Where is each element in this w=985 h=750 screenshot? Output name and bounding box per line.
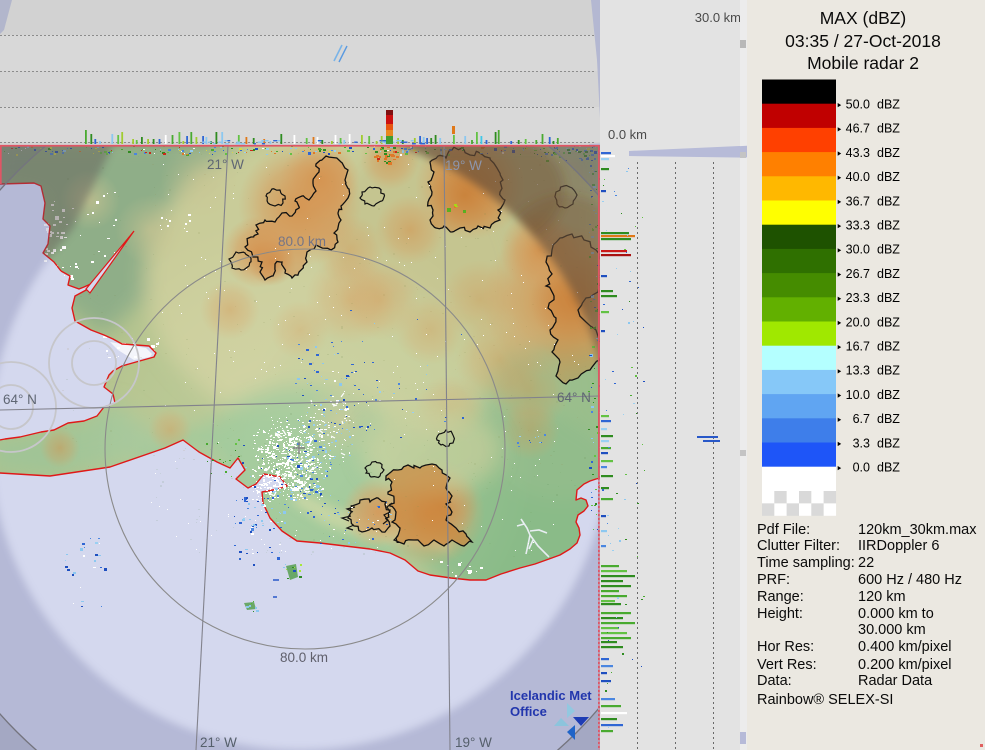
- svg-text:Pdf File:: Pdf File:: [757, 522, 810, 538]
- svg-text:Range:: Range:: [757, 589, 804, 605]
- svg-text:43.3: 43.3: [846, 146, 870, 160]
- svg-text:30.0: 30.0: [846, 243, 870, 257]
- svg-text:0.400 km/pixel: 0.400 km/pixel: [858, 639, 952, 655]
- svg-text:22: 22: [858, 555, 874, 571]
- svg-text:Office: Office: [510, 704, 547, 719]
- svg-text:16.7: 16.7: [846, 340, 870, 354]
- svg-text:600 Hz / 480 Hz: 600 Hz / 480 Hz: [858, 572, 962, 588]
- svg-text:dBZ: dBZ: [877, 98, 900, 112]
- svg-text:19° W: 19° W: [445, 158, 482, 173]
- svg-text:0.200 km/pixel: 0.200 km/pixel: [858, 657, 952, 673]
- svg-text:03:35 / 27-Oct-2018: 03:35 / 27-Oct-2018: [785, 31, 941, 51]
- svg-text:dBZ: dBZ: [877, 243, 900, 257]
- svg-text:dBZ: dBZ: [877, 170, 900, 184]
- svg-text:dBZ: dBZ: [877, 194, 900, 208]
- svg-text:dBZ: dBZ: [877, 461, 900, 475]
- svg-text:dBZ: dBZ: [877, 219, 900, 233]
- svg-text:0.000 km to: 0.000 km to: [858, 606, 934, 622]
- svg-text:19° W: 19° W: [455, 735, 492, 750]
- svg-text:6.7: 6.7: [853, 412, 870, 426]
- svg-text:MAX (dBZ): MAX (dBZ): [820, 8, 907, 28]
- svg-text:dBZ: dBZ: [877, 436, 900, 450]
- svg-text:80.0 km: 80.0 km: [280, 650, 328, 665]
- svg-text:0.0: 0.0: [853, 461, 870, 475]
- svg-text:IIRDoppler 6: IIRDoppler 6: [858, 538, 939, 554]
- svg-text:dBZ: dBZ: [877, 340, 900, 354]
- svg-text:40.0: 40.0: [846, 170, 870, 184]
- svg-text:30.000 km: 30.000 km: [858, 622, 926, 638]
- svg-text:120 km: 120 km: [858, 589, 906, 605]
- svg-text:dBZ: dBZ: [877, 146, 900, 160]
- svg-text:Time sampling:: Time sampling:: [757, 555, 855, 571]
- svg-text:dBZ: dBZ: [877, 315, 900, 329]
- svg-text:Vert Res:: Vert Res:: [757, 657, 817, 673]
- svg-text:Hor Res:: Hor Res:: [757, 639, 814, 655]
- svg-text:Mobile radar 2: Mobile radar 2: [807, 53, 919, 73]
- svg-text:21° W: 21° W: [200, 735, 237, 750]
- svg-text:Rainbow® SELEX-SI: Rainbow® SELEX-SI: [757, 692, 893, 708]
- svg-text:33.3: 33.3: [846, 219, 870, 233]
- svg-text:dBZ: dBZ: [877, 412, 900, 426]
- svg-text:30.0 km: 30.0 km: [695, 10, 741, 25]
- svg-text:26.7: 26.7: [846, 267, 870, 281]
- svg-text:Data:: Data:: [757, 673, 792, 689]
- svg-text:20.0: 20.0: [846, 315, 870, 329]
- svg-text:PRF:: PRF:: [757, 572, 790, 588]
- svg-text:36.7: 36.7: [846, 194, 870, 208]
- svg-text:120km_30km.max: 120km_30km.max: [858, 522, 977, 538]
- svg-text:Icelandic Met: Icelandic Met: [510, 688, 592, 703]
- svg-text:23.3: 23.3: [846, 291, 870, 305]
- svg-text:Clutter Filter:: Clutter Filter:: [757, 538, 840, 554]
- svg-text:80.0 km: 80.0 km: [278, 234, 326, 249]
- svg-text:dBZ: dBZ: [877, 267, 900, 281]
- svg-text:dBZ: dBZ: [877, 364, 900, 378]
- svg-text:64° N: 64° N: [557, 390, 591, 405]
- svg-text:46.7: 46.7: [846, 122, 870, 136]
- svg-text:dBZ: dBZ: [877, 291, 900, 305]
- svg-text:13.3: 13.3: [846, 364, 870, 378]
- svg-text:50.0: 50.0: [846, 98, 870, 112]
- svg-text:21° W: 21° W: [207, 157, 244, 172]
- svg-text:Radar Data: Radar Data: [858, 673, 933, 689]
- svg-text:3.3: 3.3: [853, 436, 870, 450]
- svg-text:10.0: 10.0: [846, 388, 870, 402]
- svg-text:dBZ: dBZ: [877, 122, 900, 136]
- svg-text:dBZ: dBZ: [877, 388, 900, 402]
- svg-text:64° N: 64° N: [3, 392, 37, 407]
- svg-text:0.0 km: 0.0 km: [608, 127, 647, 142]
- svg-text:Height:: Height:: [757, 606, 803, 622]
